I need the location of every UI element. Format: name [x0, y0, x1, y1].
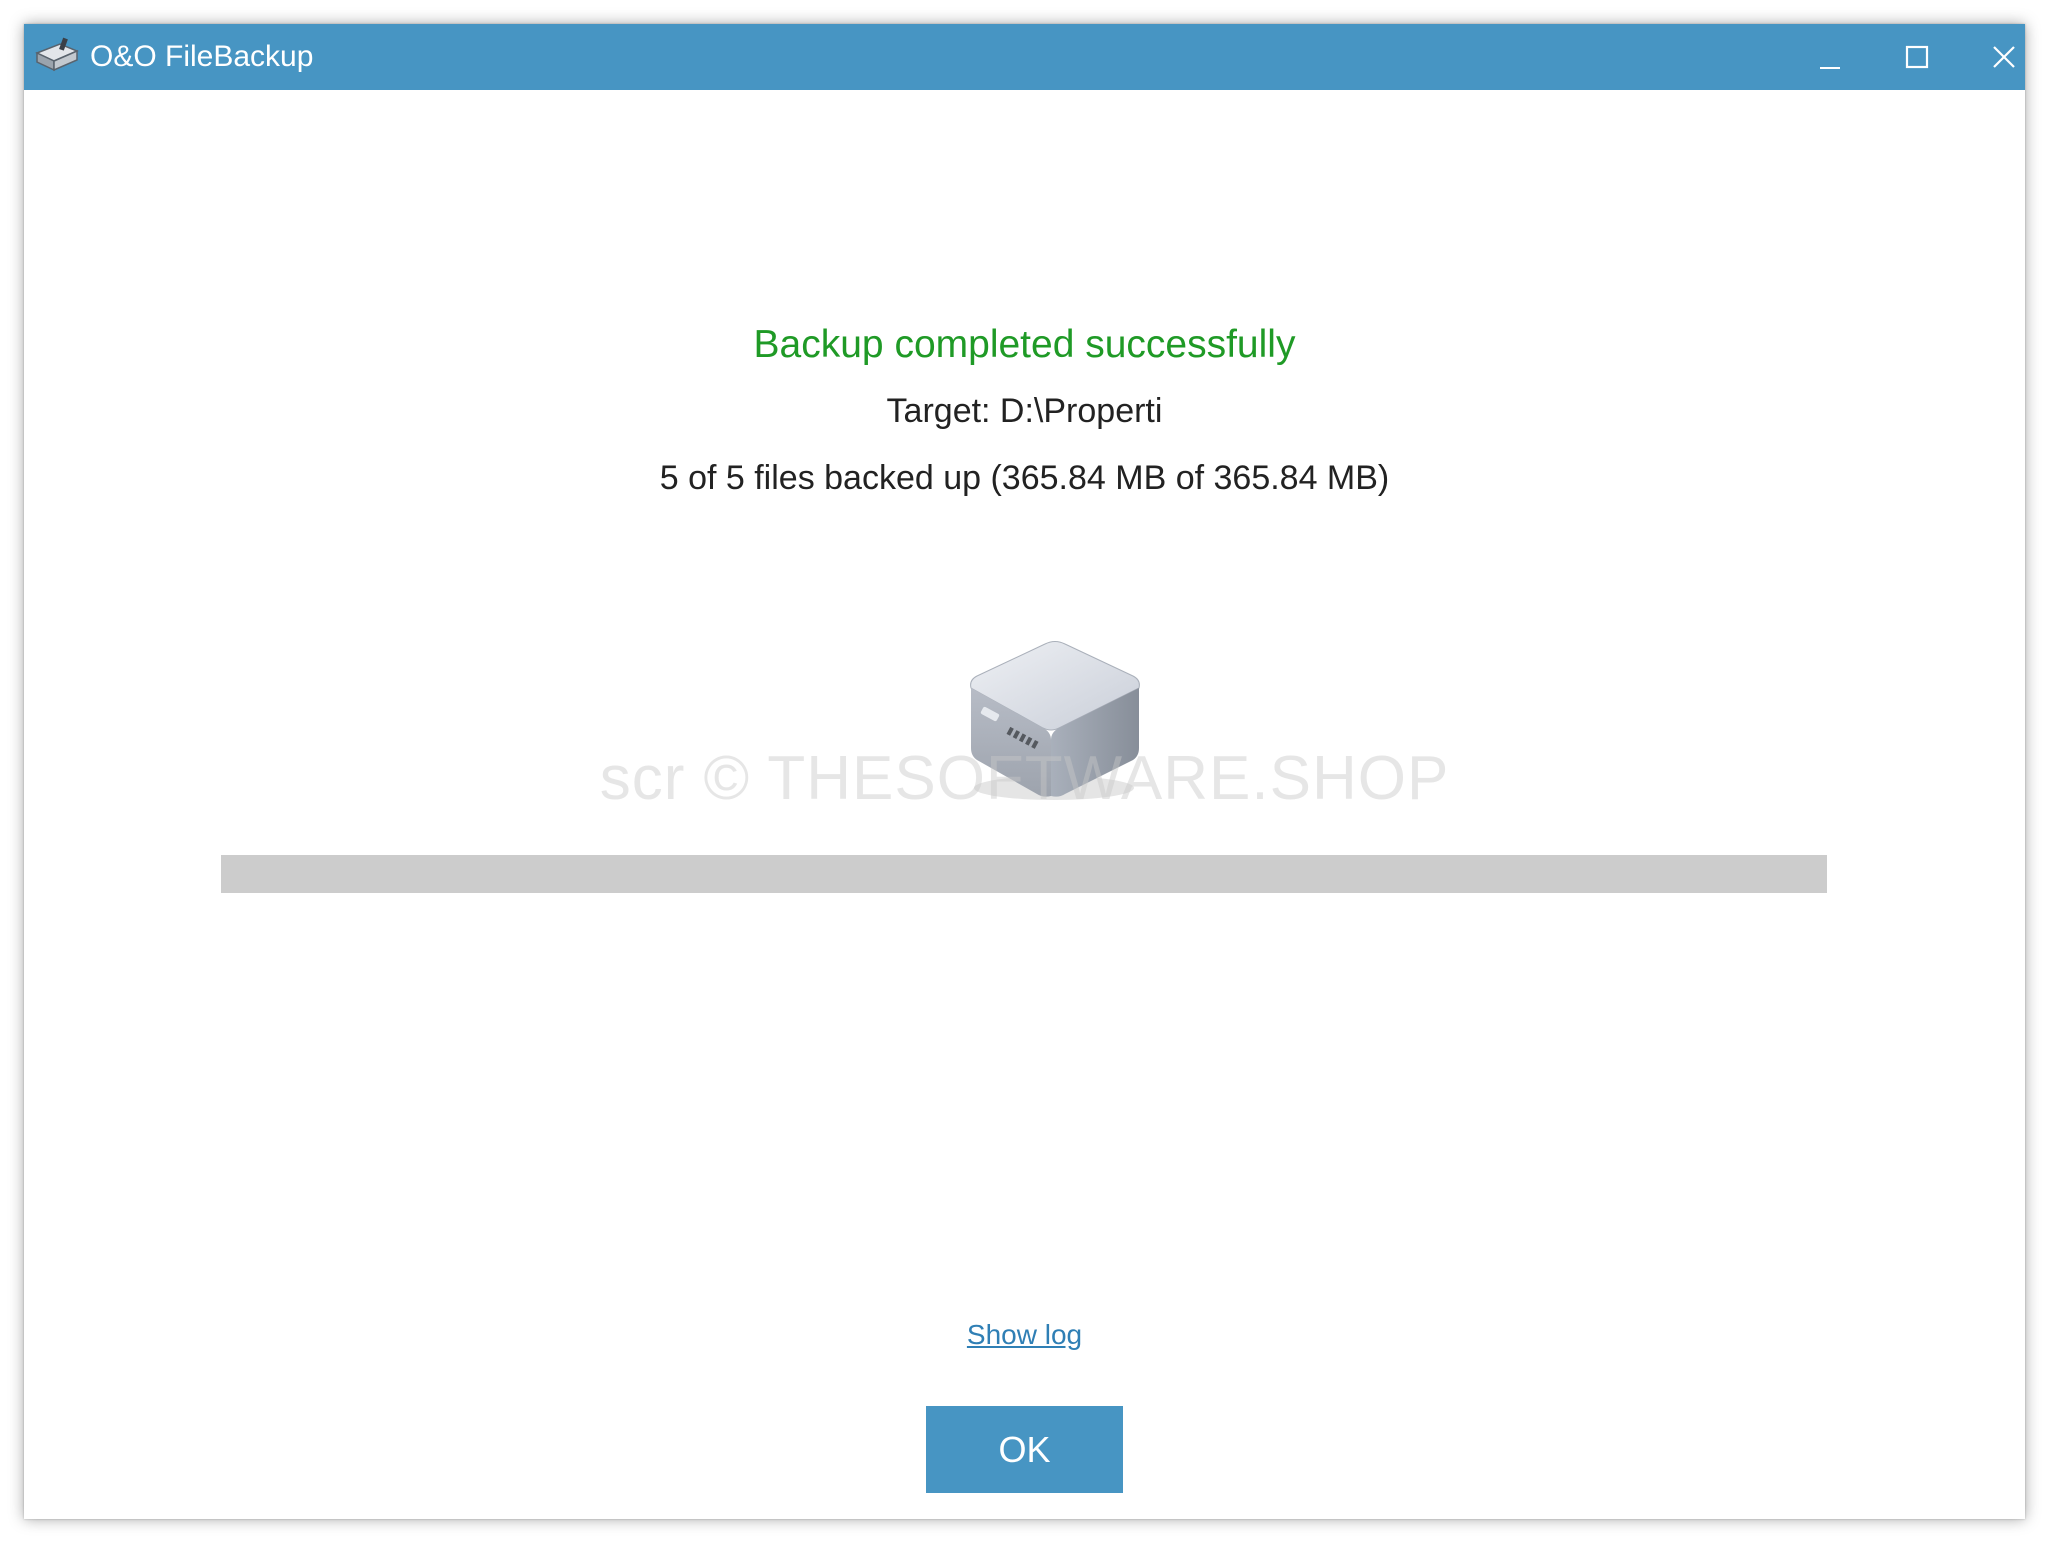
dialog-content: Backup completed successfully Target: D:…	[24, 90, 2025, 1519]
window-title: O&O FileBackup	[90, 40, 314, 73]
maximize-button[interactable]	[1877, 24, 1957, 90]
minimize-button[interactable]	[1790, 24, 1870, 90]
minimize-icon	[1820, 67, 1840, 69]
show-log-container: Show log	[24, 1317, 2025, 1353]
show-log-link[interactable]: Show log	[967, 1319, 1082, 1350]
status-title: Backup completed successfully	[753, 323, 1296, 366]
maximize-icon	[1905, 45, 1929, 69]
app-window: O&O FileBackup Backup completed successf…	[24, 24, 2025, 1519]
backup-drive-icon	[35, 37, 79, 72]
progress-fill	[221, 855, 1827, 893]
files-summary: 5 of 5 files backed up (365.84 MB of 365…	[659, 459, 1390, 497]
title-bar[interactable]: O&O FileBackup	[24, 24, 2025, 90]
close-icon	[1993, 46, 2015, 68]
close-button[interactable]	[1964, 24, 2025, 90]
progress-bar	[221, 855, 1827, 893]
target-path: Target: D:\Properti	[886, 392, 1163, 430]
drive-box-icon	[970, 641, 1140, 800]
ok-button[interactable]: OK	[926, 1406, 1123, 1493]
